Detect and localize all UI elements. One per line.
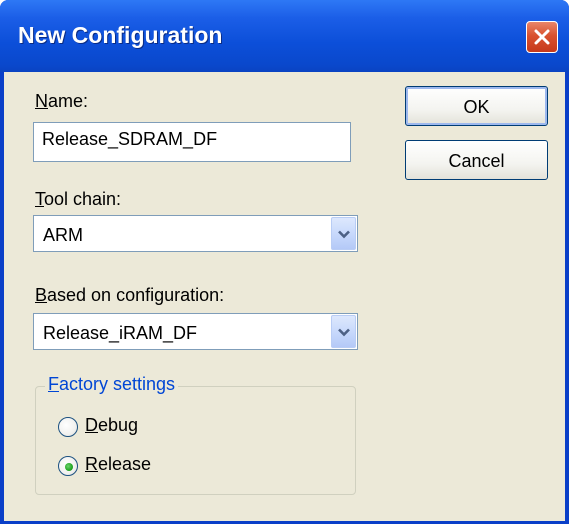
release-radio-circle[interactable]	[58, 456, 78, 476]
name-label-text: ame:	[48, 91, 89, 111]
chevron-down-icon	[338, 328, 350, 337]
tool-chain-label-text: ool chain:	[44, 189, 122, 209]
based-on-label: Based on configuration:	[35, 285, 224, 306]
close-icon	[534, 29, 550, 45]
name-input[interactable]: Release_SDRAM_DF	[33, 122, 351, 162]
debug-radio-label[interactable]: Debug	[85, 415, 138, 436]
dialog-window: New Configuration Name: Release_SDRAM_DF…	[0, 0, 569, 524]
tool-chain-dropdown-button[interactable]	[331, 217, 356, 250]
name-label: Name:	[35, 91, 88, 112]
based-on-label-text: ased on configuration:	[47, 285, 225, 305]
release-radio-label[interactable]: Release	[85, 454, 151, 475]
window-title: New Configuration	[18, 22, 223, 48]
chevron-down-icon	[338, 230, 350, 239]
factory-settings-legend-accel: F	[48, 374, 59, 394]
radio-selected-dot	[65, 463, 73, 471]
release-radio[interactable]: Release	[58, 454, 178, 478]
title-bar[interactable]: New Configuration	[0, 0, 569, 72]
tool-chain-value: ARM	[43, 225, 83, 245]
debug-label-accel: D	[85, 415, 98, 435]
tool-chain-select[interactable]: ARM	[33, 215, 358, 252]
debug-radio[interactable]: Debug	[58, 415, 178, 439]
debug-radio-circle[interactable]	[58, 417, 78, 437]
release-label-text: elease	[98, 454, 152, 474]
ok-button-label: OK	[463, 97, 490, 117]
name-label-accel: N	[35, 91, 48, 111]
based-on-label-accel: B	[35, 285, 48, 305]
based-on-select[interactable]: Release_iRAM_DF	[33, 313, 358, 350]
cancel-button-label: Cancel	[448, 151, 505, 171]
factory-settings-legend-text: actory settings	[59, 374, 176, 394]
ok-button[interactable]: OK	[405, 86, 548, 126]
debug-label-text: ebug	[98, 415, 139, 435]
based-on-value: Release_iRAM_DF	[43, 323, 198, 343]
factory-settings-group	[35, 386, 356, 495]
based-on-dropdown-button[interactable]	[331, 315, 356, 348]
factory-settings-legend: Factory settings	[45, 374, 179, 395]
tool-chain-label: Tool chain:	[35, 189, 121, 210]
tool-chain-label-accel: T	[35, 189, 44, 209]
dialog-body: Name: Release_SDRAM_DF Tool chain: ARM B…	[4, 72, 565, 521]
close-button[interactable]	[526, 21, 558, 53]
release-label-accel: R	[85, 454, 98, 474]
cancel-button[interactable]: Cancel	[405, 140, 548, 180]
